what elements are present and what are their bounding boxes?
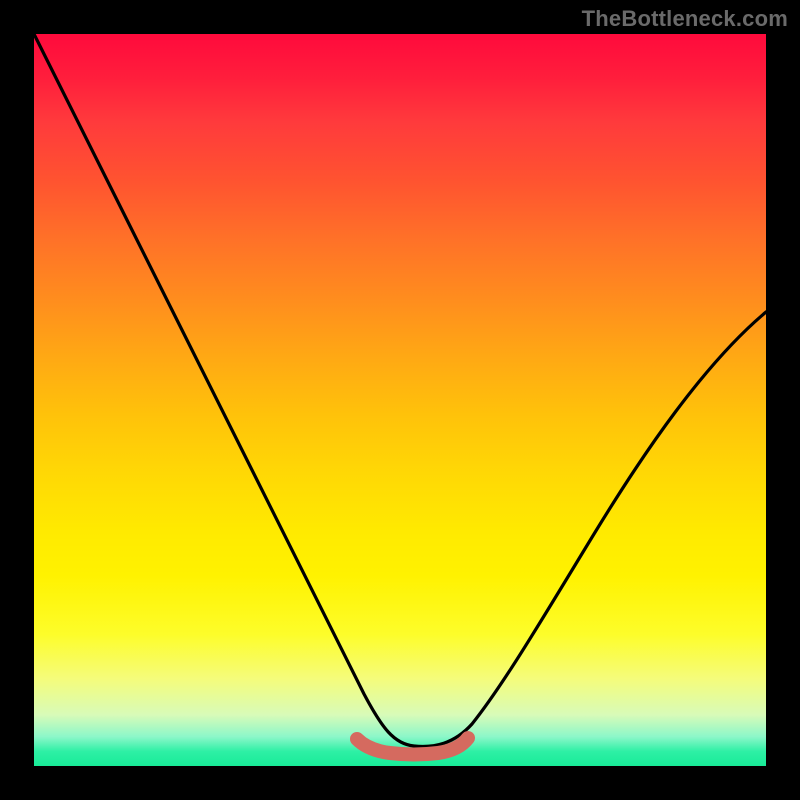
- flat-segment-marker: [357, 738, 468, 755]
- plot-area: [34, 34, 766, 766]
- curve-svg: [34, 34, 766, 766]
- chart-frame: TheBottleneck.com: [0, 0, 800, 800]
- attribution-text: TheBottleneck.com: [582, 6, 788, 32]
- bottleneck-curve-line: [34, 34, 766, 746]
